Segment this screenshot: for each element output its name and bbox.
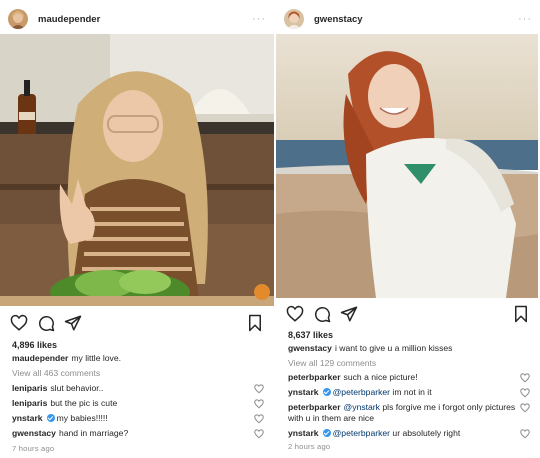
view-all-comments[interactable]: View all 463 comments (12, 368, 264, 379)
post-photo[interactable] (0, 34, 274, 306)
comment-text: such a nice picture! (343, 372, 418, 382)
username[interactable]: maudepender (38, 14, 100, 25)
comment-username[interactable]: ynstark (288, 387, 319, 397)
comment-heart-icon[interactable] (254, 399, 264, 409)
action-bar (286, 304, 530, 324)
likes-count[interactable]: 4,896 likes (12, 340, 57, 350)
comment-heart-icon[interactable] (520, 388, 530, 398)
comment-text: but the pic is cute (50, 398, 118, 408)
avatar[interactable] (284, 9, 304, 29)
view-all-comments[interactable]: View all 129 comments (288, 358, 530, 369)
verified-badge-icon (322, 388, 331, 396)
avatar[interactable] (8, 9, 28, 29)
comment-row: ynstark @peterbparker ur absolutely right (288, 428, 530, 439)
comment-icon[interactable] (37, 314, 55, 332)
caption-text: my little love. (71, 353, 122, 363)
caption-username[interactable]: maudepender (12, 353, 68, 363)
comment-row: ynstark @peterbparker im not in it (288, 387, 530, 398)
comment-row: peterbparker @ynstark pls forgive me i fo… (288, 402, 530, 424)
comment-username[interactable]: leniparis (12, 398, 47, 408)
comment-row: leniparis slut behavior.. (12, 383, 264, 394)
comment-heart-icon[interactable] (520, 373, 530, 383)
comment-username[interactable]: ynstark (288, 428, 319, 438)
verified-badge-icon (322, 429, 331, 437)
comment-heart-icon[interactable] (254, 384, 264, 394)
comment-text: slut behavior.. (50, 383, 104, 393)
comment-row: ynstark my babies!!!!! (12, 413, 264, 424)
post-maudepender: maudepender ··· 4,896 likes maudepender … (0, 0, 274, 458)
comment-heart-icon[interactable] (520, 429, 530, 439)
comment-row: gwenstacy hand in marriage? (12, 428, 264, 439)
comment-row: peterbparker such a nice picture! (288, 372, 530, 383)
mention-link[interactable]: @peterbparker (333, 428, 390, 438)
post-photo[interactable] (276, 34, 538, 298)
comment-heart-icon[interactable] (254, 429, 264, 439)
caption: gwenstacy i want to give u a million kiss… (288, 343, 530, 354)
comment-heart-icon[interactable] (254, 414, 264, 424)
more-dots-icon[interactable]: ··· (252, 13, 266, 25)
post-timestamp: 7 hours ago (12, 444, 55, 453)
caption: maudepender my little love. (12, 353, 264, 364)
comment-username[interactable]: leniparis (12, 383, 47, 393)
comment-username[interactable]: ynstark (12, 413, 43, 423)
mention-link[interactable]: @ynstark (344, 402, 380, 412)
post-timestamp: 2 hours ago (288, 442, 331, 451)
comment-text: im not in it (392, 387, 432, 397)
comment-username[interactable]: gwenstacy (12, 428, 56, 438)
comment-text: ur absolutely right (392, 428, 461, 438)
post-gwenstacy: gwenstacy ··· 8,637 likes gwenstacy i wa… (276, 0, 540, 458)
caption-username[interactable]: gwenstacy (288, 343, 332, 353)
comment-username[interactable]: peterbparker (288, 402, 341, 412)
share-icon[interactable] (64, 314, 82, 332)
likes-count[interactable]: 8,637 likes (288, 330, 333, 340)
comment-text: hand in marriage? (58, 428, 129, 438)
bookmark-icon[interactable] (246, 314, 264, 332)
mention-link[interactable]: @peterbparker (333, 387, 390, 397)
username[interactable]: gwenstacy (314, 14, 363, 25)
post-header: gwenstacy ··· (284, 6, 532, 32)
heart-icon[interactable] (286, 305, 304, 323)
action-bar (10, 313, 264, 333)
bookmark-icon[interactable] (512, 305, 530, 323)
comment-heart-icon[interactable] (520, 403, 530, 413)
comment-username[interactable]: peterbparker (288, 372, 341, 382)
more-dots-icon[interactable]: ··· (518, 13, 532, 25)
heart-icon[interactable] (10, 314, 28, 332)
share-icon[interactable] (340, 305, 358, 323)
caption-text: i want to give u a million kisses (334, 343, 453, 353)
verified-badge-icon (46, 414, 55, 422)
comment-text: my babies!!!!! (56, 413, 108, 423)
comment-row: leniparis but the pic is cute (12, 398, 264, 409)
post-header: maudepender ··· (8, 6, 266, 32)
comment-icon[interactable] (313, 305, 331, 323)
